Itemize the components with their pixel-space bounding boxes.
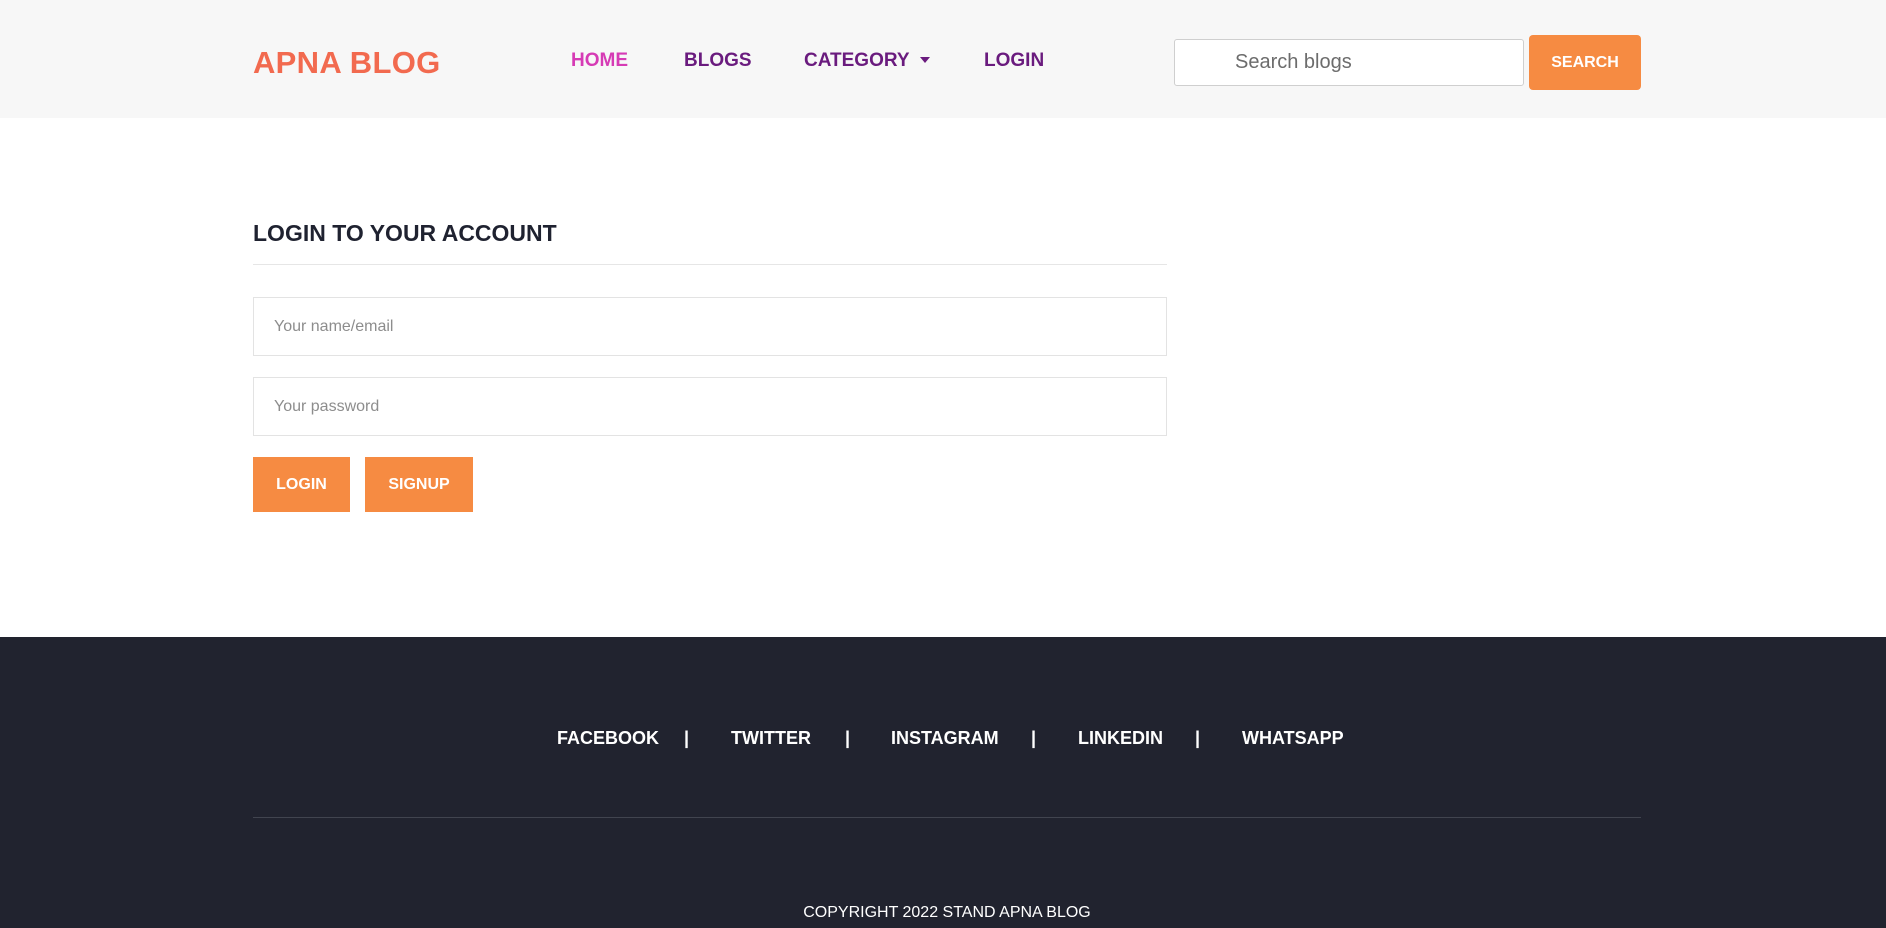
social-link-whatsapp[interactable]: WHATSAPP [1242,727,1344,749]
social-separator: | [684,728,690,748]
signup-button[interactable]: SIGNUP [365,457,473,512]
nav-category-dropdown[interactable]: CATEGORY [804,49,930,73]
brand-logo[interactable]: APNA BLOG [253,44,441,82]
nav-category-label: CATEGORY [804,50,910,71]
social-link-facebook[interactable]: FACEBOOK [557,727,659,749]
social-link-linkedin[interactable]: LINKEDIN [1078,727,1163,749]
nav-login[interactable]: LOGIN [984,49,1044,73]
name-email-field[interactable] [253,297,1167,356]
site-header: APNA BLOG HOME BLOGS CATEGORY LOGIN SEAR… [0,0,1886,118]
social-link-instagram[interactable]: INSTAGRAM [891,727,999,749]
social-separator: | [1195,728,1201,748]
search-input[interactable] [1174,39,1524,86]
social-separator: | [845,728,851,748]
social-separator: | [1031,728,1037,748]
site-footer: FACEBOOK | TWITTER | INSTAGRAM | LINKEDI… [0,637,1886,928]
title-divider [253,264,1167,265]
nav-home[interactable]: HOME [571,49,628,73]
caret-down-icon [919,57,930,63]
password-field[interactable] [253,377,1167,436]
search-button[interactable]: SEARCH [1529,35,1641,90]
footer-divider [253,817,1641,818]
login-title: LOGIN TO YOUR ACCOUNT [253,220,557,246]
copyright-text: COPYRIGHT 2022 STAND APNA BLOG [803,904,1091,921]
nav-blogs[interactable]: BLOGS [684,49,752,73]
login-button[interactable]: LOGIN [253,457,350,512]
social-link-twitter[interactable]: TWITTER [731,727,811,749]
